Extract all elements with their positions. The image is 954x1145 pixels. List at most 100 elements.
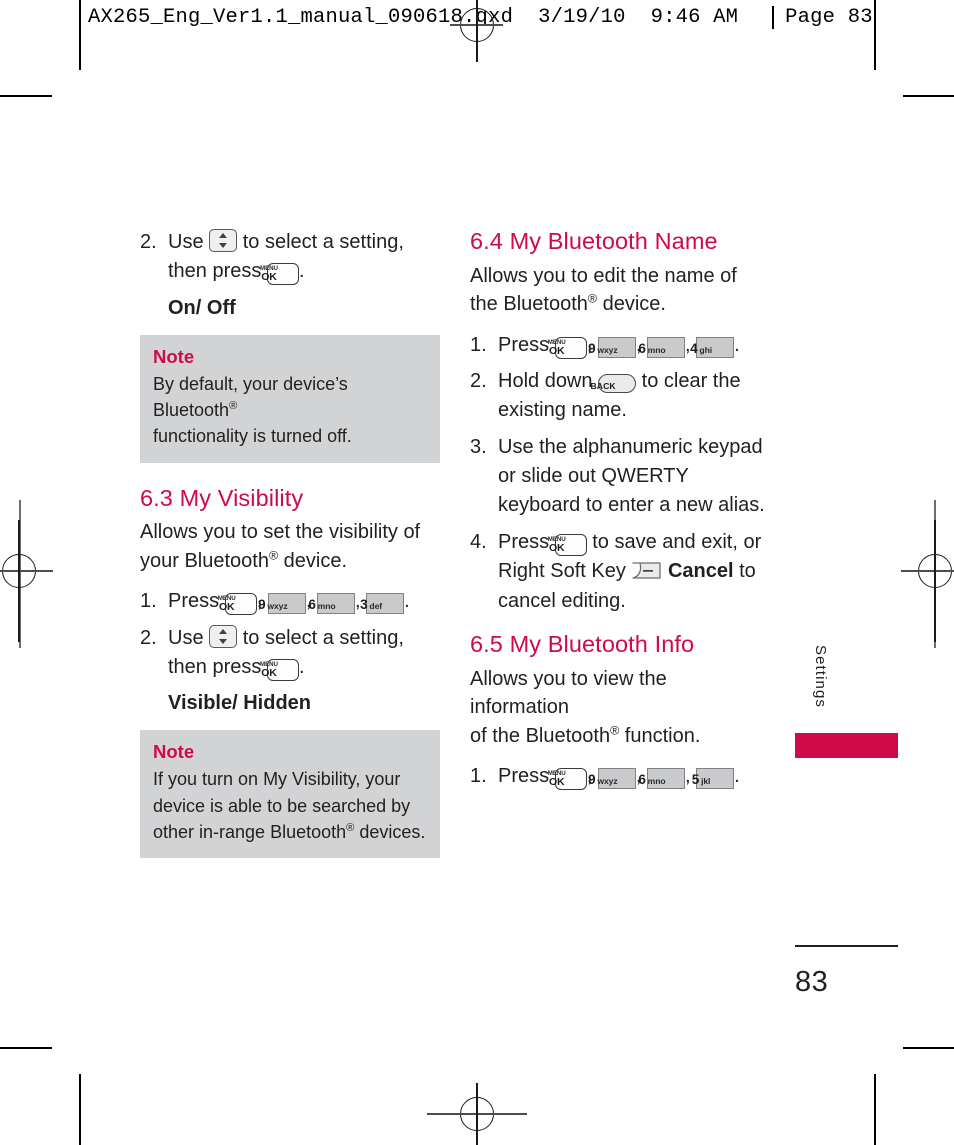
keypad-letters: jkl xyxy=(701,775,711,786)
section-6-5-step-1: 1.Press MENUOK, 9wxyz, 6mno, 5jkl. xyxy=(470,762,770,791)
step-continued-2: 2. Use to select a setting, then press ME… xyxy=(140,228,440,287)
menu-ok-key-icon: MENU OK xyxy=(260,658,299,681)
note-text-line1: If you turn on My Visibility, your xyxy=(153,769,401,790)
keypad-digit: 6 xyxy=(308,597,316,613)
step-period: . xyxy=(298,260,305,283)
keypad-digit: 6 xyxy=(638,771,646,787)
step-text-line1: Use the alphanumeric keypad xyxy=(498,435,763,458)
step-text: Press xyxy=(498,764,550,787)
period: . xyxy=(734,333,740,356)
keypad-letters: wxyz xyxy=(597,775,618,786)
step-number: 1. xyxy=(470,333,487,356)
menu-ok-key-bottom-label: OK xyxy=(261,666,277,679)
step-number: 1. xyxy=(470,764,487,787)
step-text-to: to xyxy=(739,560,756,583)
up-down-navigation-key-icon xyxy=(209,624,238,648)
keypad-digit: 3 xyxy=(360,597,368,613)
period: . xyxy=(298,655,305,678)
section-6-4-step-1: 1.Press MENUOK, 9wxyz, 6mno, 4ghi. xyxy=(470,331,770,360)
comma: , xyxy=(684,764,691,787)
keypad-key-6-icon: 6 mno xyxy=(308,593,355,615)
keypad-digit: 9 xyxy=(588,771,596,787)
note-text-line2: functionality is turned off. xyxy=(153,426,352,447)
note-box-my-visibility: Note If you turn on My Visibility, your d… xyxy=(140,730,440,859)
menu-ok-key-bottom-label: OK xyxy=(549,344,565,357)
section-6-5-intro: Allows you to view the information of the… xyxy=(470,665,770,750)
note-text: If you turn on My Visibility, your device… xyxy=(153,766,427,845)
side-tab-settings: Settings xyxy=(812,645,829,708)
keypad-letters: ghi xyxy=(699,344,713,355)
section-6-3-intro: Allows you to set the visibility of your … xyxy=(140,518,440,575)
keypad-key-5-icon: 5 jkl xyxy=(692,767,735,789)
keypad-letters: def xyxy=(369,601,383,612)
step-text-continued: to select a setting, xyxy=(242,231,404,253)
menu-ok-key-bottom-label: OK xyxy=(549,541,565,554)
section-6-4-step-4: 4. Press MENU OK to save and exit, or Righ… xyxy=(470,528,770,616)
intro-line2-end: device. xyxy=(278,549,348,572)
note-text: By default, your device’s Bluetooth® func… xyxy=(153,371,427,450)
keypad-digit: 5 xyxy=(691,771,700,787)
registered-trademark-icon: ® xyxy=(268,548,279,563)
intro-line2-end: function. xyxy=(619,724,701,747)
intro-line1: Allows you to edit the name of xyxy=(470,264,737,287)
keypad-key-9-icon: 9 wxyz xyxy=(588,336,636,358)
note-title: Note xyxy=(153,345,195,367)
section-6-4-step-2: 2. Hold down BACK to clear the existing n… xyxy=(470,367,770,426)
side-tab-color-bar xyxy=(795,733,898,758)
chevron-down-icon xyxy=(218,243,227,248)
keypad-digit: 4 xyxy=(690,340,698,356)
step-text-line2: existing name. xyxy=(498,399,627,422)
step-number: 2. xyxy=(470,369,487,392)
menu-ok-key-icon: MENU OK xyxy=(548,533,587,556)
section-6-3-step-1: 1.Press MENUOK, 9wxyz, 6mno, 3def. xyxy=(140,587,440,616)
registered-trademark-icon: ® xyxy=(229,400,238,413)
menu-ok-key-bottom-label: OK xyxy=(549,775,565,788)
keypad-key-9-icon: 9 wxyz xyxy=(258,593,306,615)
chevron-up-icon xyxy=(218,628,227,634)
step-number: 2. xyxy=(140,626,157,649)
note-text-line3-end: devices. xyxy=(354,821,426,842)
step-number: 1. xyxy=(140,590,157,613)
keypad-letters: mno xyxy=(647,775,666,786)
options-on-off: On/ Off xyxy=(168,296,236,319)
keypad-letters: wxyz xyxy=(267,601,288,612)
step-text: Press xyxy=(168,590,220,613)
keypad-letters: mno xyxy=(317,601,336,612)
back-key-label: BACK xyxy=(590,380,616,391)
step-text-line3: cancel editing. xyxy=(498,589,626,612)
section-heading-6-3: 6.3 My Visibility xyxy=(140,484,304,511)
left-column: 2. Use to select a setting, then press ME… xyxy=(140,228,440,880)
menu-ok-key-bottom-label: OK xyxy=(261,271,277,284)
step-text-right-soft-key: Right Soft Key xyxy=(498,560,626,583)
step-number: 4. xyxy=(470,530,487,553)
step-text-line3: keyboard to enter a new alias. xyxy=(498,494,765,517)
menu-ok-key-icon: MENU OK xyxy=(218,593,257,616)
step-text: Use xyxy=(168,626,204,649)
step-text: Press xyxy=(498,333,550,356)
step-text-press: then press xyxy=(168,260,262,283)
section-heading-6-4: 6.4 My Bluetooth Name xyxy=(470,228,718,254)
section-6-4-intro: Allows you to edit the name of the Blueto… xyxy=(470,262,770,319)
intro-line2: of the Bluetooth xyxy=(470,724,611,747)
back-key-icon: BACK xyxy=(590,373,637,393)
registered-trademark-icon: ® xyxy=(587,291,598,306)
period: . xyxy=(734,764,740,787)
section-heading-6-5: 6.5 My Bluetooth Info xyxy=(470,631,695,658)
step-text: Use xyxy=(168,231,204,253)
note-text-line2: device is able to be searched by xyxy=(153,795,411,816)
intro-line2-end: device. xyxy=(597,293,666,316)
intro-line1: Allows you to view the information xyxy=(470,667,667,719)
menu-ok-key-bottom-label: OK xyxy=(219,601,235,614)
period: . xyxy=(404,590,410,613)
step-number: 3. xyxy=(470,435,487,458)
options-visible-hidden: Visible/ Hidden xyxy=(168,692,311,715)
manual-page: 2. Use to select a setting, then press ME… xyxy=(0,0,954,1145)
step-text-continued: to select a setting, xyxy=(242,626,404,649)
right-soft-key-icon xyxy=(631,561,662,580)
keypad-digit: 9 xyxy=(588,340,596,356)
keypad-letters: mno xyxy=(647,344,666,355)
intro-line2: your Bluetooth xyxy=(140,549,269,572)
registered-trademark-icon: ® xyxy=(610,722,620,737)
keypad-key-6-icon: 6 mno xyxy=(638,336,685,358)
menu-ok-key-icon: MENU OK xyxy=(548,336,587,359)
